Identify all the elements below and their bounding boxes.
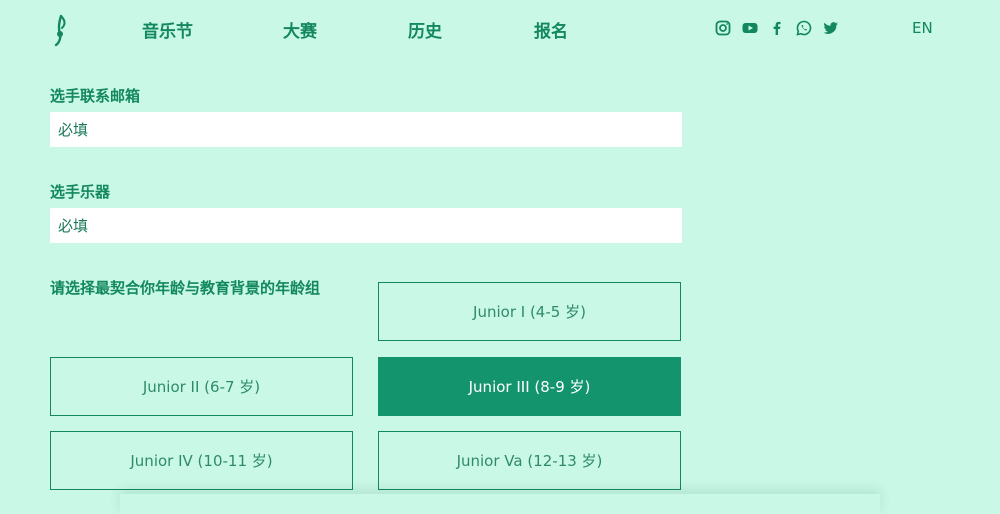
footer-shadow bbox=[120, 494, 880, 514]
instrument-label: 选手乐器 bbox=[50, 183, 111, 201]
age-option-junior-iii[interactable]: Junior III (8-9 岁) bbox=[378, 357, 681, 416]
whatsapp-icon[interactable] bbox=[796, 20, 812, 36]
email-label: 选手联系邮箱 bbox=[50, 87, 141, 105]
nav-item-competition[interactable]: 大赛 bbox=[283, 17, 317, 42]
language-switch[interactable]: EN bbox=[912, 19, 933, 37]
social-links bbox=[715, 20, 839, 36]
twitter-icon[interactable] bbox=[823, 20, 839, 36]
nav-item-history[interactable]: 历史 bbox=[408, 17, 442, 42]
age-group-label: 请选择最契合你年龄与教育背景的年龄组 bbox=[50, 279, 321, 297]
age-option-junior-i[interactable]: Junior I (4-5 岁) bbox=[378, 282, 681, 341]
facebook-icon[interactable] bbox=[769, 20, 785, 36]
age-option-junior-ii[interactable]: Junior II (6-7 岁) bbox=[50, 357, 353, 416]
age-option-junior-iv[interactable]: Junior IV (10-11 岁) bbox=[50, 431, 353, 490]
instagram-icon[interactable] bbox=[715, 20, 731, 36]
instrument-field[interactable] bbox=[50, 208, 682, 243]
email-field[interactable] bbox=[50, 112, 682, 147]
age-option-junior-va[interactable]: Junior Va (12-13 岁) bbox=[378, 431, 681, 490]
nav-item-register[interactable]: 报名 bbox=[534, 17, 568, 42]
nav-item-festival[interactable]: 音乐节 bbox=[142, 17, 193, 42]
logo-icon[interactable] bbox=[50, 14, 72, 48]
youtube-icon[interactable] bbox=[742, 20, 758, 36]
